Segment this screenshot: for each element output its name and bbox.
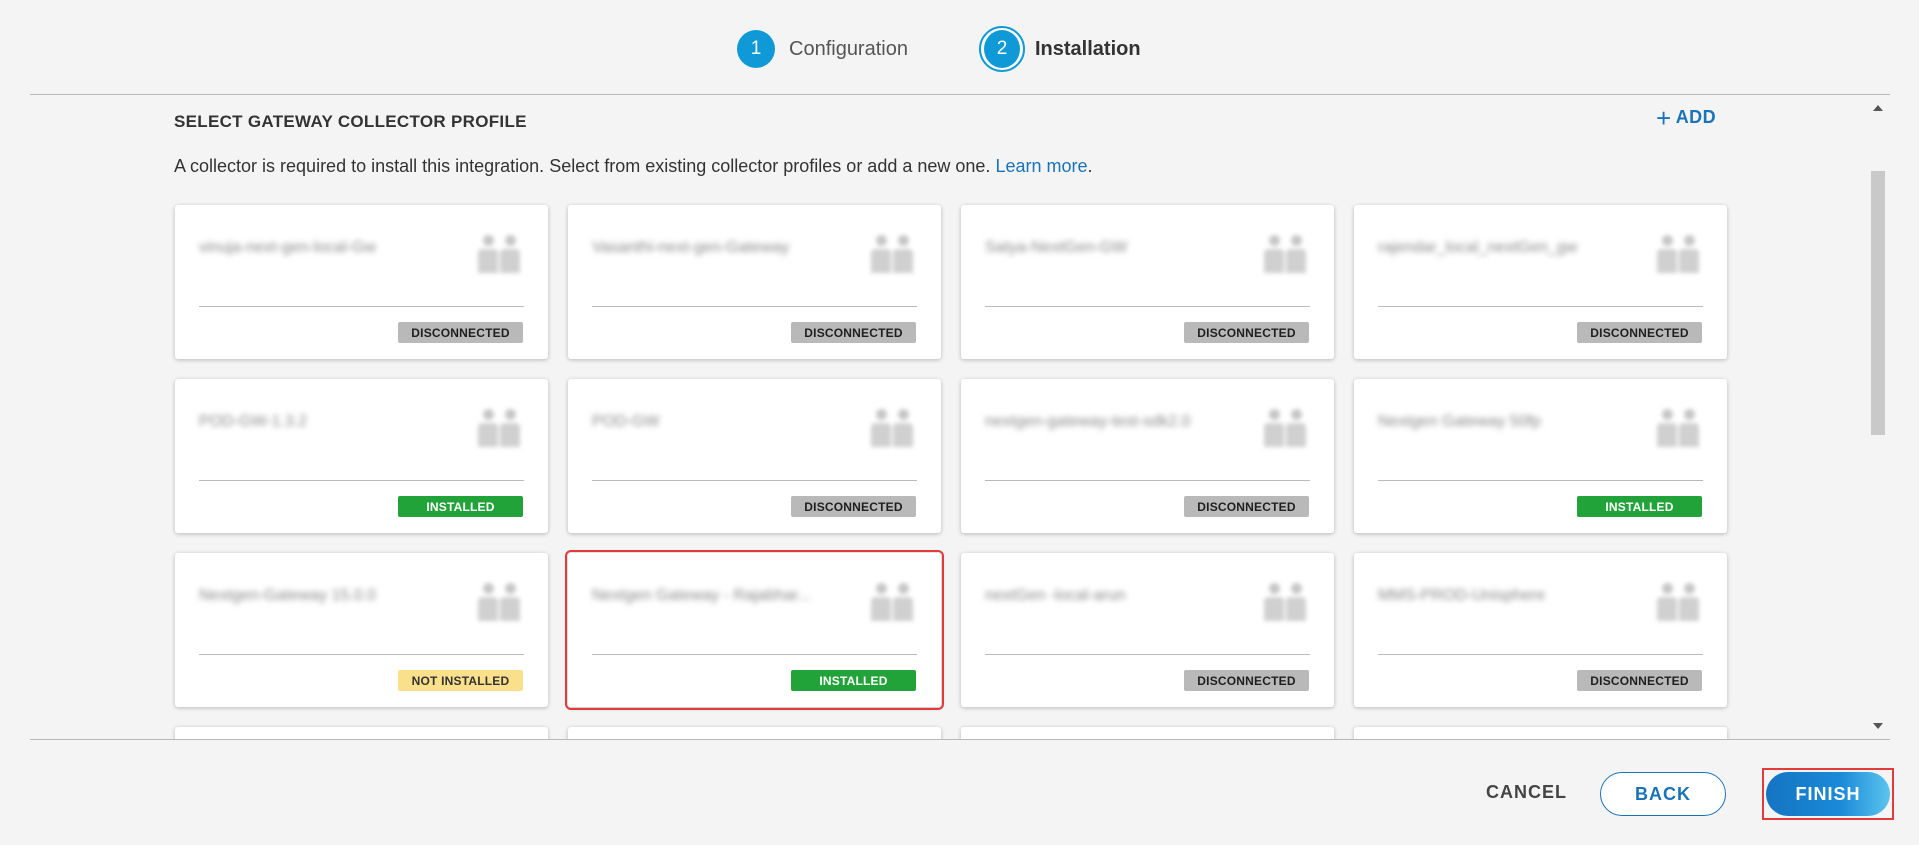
scroll-thumb[interactable]: [1871, 171, 1885, 435]
users-icon: [1262, 581, 1308, 621]
back-button[interactable]: BACK: [1600, 772, 1726, 816]
users-icon: [869, 407, 915, 447]
users-icon: [1262, 233, 1308, 273]
status-badge: DISCONNECTED: [791, 496, 916, 517]
users-icon: [476, 233, 522, 273]
card-divider: [199, 480, 524, 481]
finish-button[interactable]: FINISH: [1766, 772, 1890, 816]
status-badge: DISCONNECTED: [1184, 670, 1309, 691]
card-divider: [592, 480, 917, 481]
step-number-badge: 1: [737, 30, 775, 68]
users-icon: [869, 581, 915, 621]
profile-name: Satya-NextGen-GW: [985, 239, 1128, 256]
card-divider: [985, 654, 1310, 655]
collector-profile-card[interactable]: POD-GW-1.3.2 INSTALLED: [175, 379, 548, 533]
collector-profile-card[interactable]: Nextgen-Gateway 15.0.0 NOT INSTALLED: [175, 553, 548, 707]
status-badge: NOT INSTALLED: [398, 670, 523, 691]
status-badge: INSTALLED: [398, 496, 523, 517]
collector-profile-card[interactable]: Vasanthi-next-gen-Gateway DISCONNECTED: [568, 205, 941, 359]
step-label: Installation: [1035, 37, 1141, 60]
card-divider: [985, 480, 1310, 481]
profile-name: rajendar_local_nextGen_gw: [1378, 239, 1578, 256]
step-installation[interactable]: 2 Installation: [979, 26, 1141, 72]
card-divider: [1378, 480, 1703, 481]
profile-name: POD-GW-1.3.2: [199, 413, 308, 430]
step-configuration[interactable]: 1 Configuration: [737, 30, 908, 68]
step-number-badge-active: 2: [979, 26, 1025, 72]
collector-profile-card[interactable]: rajendar_local_nextGen_gw DISCONNECTED: [1354, 205, 1727, 359]
profile-name: nextGen -local-arun: [985, 587, 1126, 604]
collector-profile-panel: SELECT GATEWAY COLLECTOR PROFILE + ADD A…: [30, 95, 1890, 739]
collector-profile-card[interactable]: nextGen -local-arun DISCONNECTED: [961, 553, 1334, 707]
profile-name: Nextgen Gateway - Rajabhar...: [592, 587, 811, 604]
collector-profile-card[interactable]: Nextgen Gateway - Rajabhar... INSTALLED: [565, 550, 944, 710]
collector-profile-card[interactable]: MMS-PROD-Unisphere DISCONNECTED: [1354, 553, 1727, 707]
profile-name: MMS-PROD-Unisphere: [1378, 587, 1546, 604]
users-icon: [1655, 233, 1701, 273]
card-divider: [1378, 654, 1703, 655]
vertical-scrollbar[interactable]: [1870, 95, 1886, 739]
users-icon: [1655, 407, 1701, 447]
card-divider: [199, 306, 524, 307]
cancel-button[interactable]: CANCEL: [1486, 782, 1567, 803]
card-divider: [199, 654, 524, 655]
description-text: A collector is required to install this …: [174, 156, 991, 176]
profile-name: POD-GW: [592, 413, 660, 430]
step-number: 2: [984, 30, 1020, 68]
scroll-up-arrow-icon[interactable]: [1873, 105, 1883, 111]
section-description: A collector is required to install this …: [174, 156, 1093, 177]
users-icon: [476, 581, 522, 621]
step-label: Configuration: [789, 37, 908, 60]
profile-name: Vasanthi-next-gen-Gateway: [592, 239, 790, 256]
collector-profile-card[interactable]: [961, 727, 1334, 739]
card-divider: [592, 654, 917, 655]
collector-profile-card[interactable]: [175, 727, 548, 739]
status-badge: DISCONNECTED: [791, 322, 916, 343]
profile-name: Nextgen-Gateway 15.0.0: [199, 587, 376, 604]
profile-name: Nextgen Gateway 50fp: [1378, 413, 1541, 430]
collector-profile-card[interactable]: vinuja-next-gen-local-Gw DISCONNECTED: [175, 205, 548, 359]
learn-more-link[interactable]: Learn more: [995, 156, 1087, 176]
card-divider: [1378, 306, 1703, 307]
wizard-stepper: 1 Configuration 2 Installation: [0, 26, 1919, 72]
status-badge: DISCONNECTED: [1577, 322, 1702, 343]
users-icon: [476, 407, 522, 447]
section-title: SELECT GATEWAY COLLECTOR PROFILE: [174, 112, 527, 131]
profile-name: vinuja-next-gen-local-Gw: [199, 239, 376, 256]
collector-profile-card[interactable]: POD-GW DISCONNECTED: [568, 379, 941, 533]
divider: [30, 739, 1890, 740]
status-badge: DISCONNECTED: [1184, 496, 1309, 517]
status-badge: DISCONNECTED: [398, 322, 523, 343]
status-badge: DISCONNECTED: [1184, 322, 1309, 343]
card-divider: [985, 306, 1310, 307]
collector-profile-card[interactable]: Nextgen Gateway 50fp INSTALLED: [1354, 379, 1727, 533]
collector-profile-card[interactable]: [568, 727, 941, 739]
users-icon: [1655, 581, 1701, 621]
status-badge: INSTALLED: [791, 670, 916, 691]
profile-name: nextgen-gateway-test-sdk2.0: [985, 413, 1191, 430]
collector-profile-card[interactable]: Satya-NextGen-GW DISCONNECTED: [961, 205, 1334, 359]
plus-icon: +: [1656, 102, 1672, 133]
add-label: ADD: [1675, 107, 1717, 127]
card-divider: [592, 306, 917, 307]
description-end: .: [1087, 156, 1093, 176]
users-icon: [1262, 407, 1308, 447]
collector-profile-card[interactable]: [1354, 727, 1727, 739]
scroll-down-arrow-icon[interactable]: [1873, 723, 1883, 729]
collector-profile-card[interactable]: nextgen-gateway-test-sdk2.0 DISCONNECTED: [961, 379, 1334, 533]
add-profile-button[interactable]: + ADD: [1656, 102, 1717, 133]
users-icon: [869, 233, 915, 273]
status-badge: INSTALLED: [1577, 496, 1702, 517]
status-badge: DISCONNECTED: [1577, 670, 1702, 691]
